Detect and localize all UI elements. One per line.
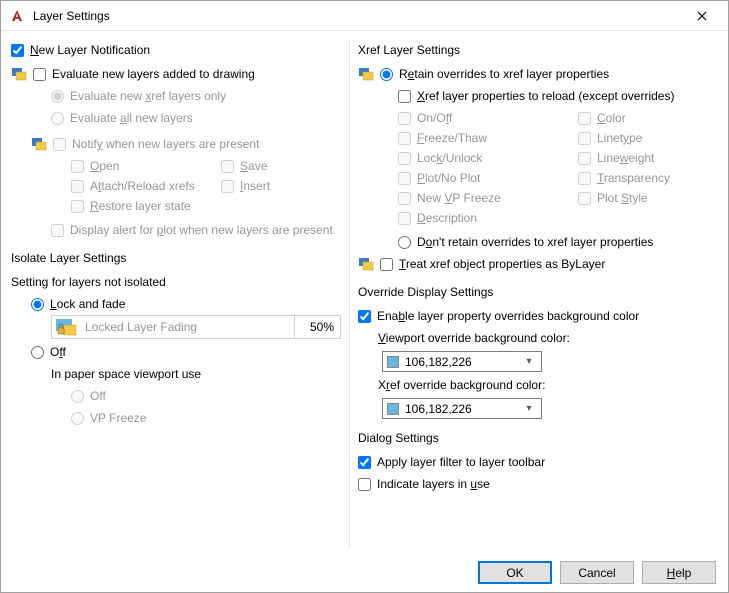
viewport-bg-label: Viewport override background color: [358,329,718,347]
close-button[interactable] [682,3,722,29]
evaluate-new-layers-check[interactable]: Evaluate new layers added to drawing [33,65,255,83]
lock-fade-icon [51,315,79,339]
cancel-button[interactable]: Cancel [560,561,634,584]
right-panel: Xref Layer Settings Retain overrides to … [354,39,718,548]
help-button[interactable]: Help [642,561,716,584]
open-check: Open [71,157,119,175]
app-icon [9,8,25,24]
treat-bylayer-check[interactable]: Treat xref object properties as ByLayer [380,255,605,273]
ok-button[interactable]: OK [478,561,552,584]
lock-and-fade-radio[interactable]: Lock and fade [31,295,125,313]
locked-fading-percent[interactable]: 50% [295,315,341,339]
dialog-header: Dialog Settings [358,431,718,445]
color-check: Color [578,109,626,127]
lineweight-check: Lineweight [578,149,654,167]
off-radio[interactable]: Off [31,343,66,361]
onoff-check: On/Off [398,109,452,127]
description-check: Description [398,209,477,227]
lockunlock-check: Lock/Unlock [398,149,482,167]
button-bar: OK Cancel Help [478,561,716,584]
color-swatch [387,356,399,368]
xref-header: Xref Layer Settings [358,43,718,57]
window-title: Layer Settings [33,9,682,23]
display-alert-check: Display alert for plot when new layers a… [51,221,333,239]
layers-icon [31,136,47,152]
transparency-check: Transparency [578,169,670,187]
linetype-check: Linetype [578,129,642,147]
color-swatch [387,403,399,415]
notify-present-check: Notify when new layers are present [53,135,259,153]
override-header: Override Display Settings [358,285,718,299]
retain-overrides-radio[interactable]: Retain overrides to xref layer propertie… [380,65,609,83]
vp-freeze-radio: VP Freeze [71,409,146,427]
attach-reload-check: Attach/Reload xrefs [71,177,195,195]
paper-off-radio: Off [71,387,106,405]
layers-icon [358,66,374,82]
restore-state-check: Restore layer state [71,197,191,215]
xref-bg-label: Xref override background color: [358,376,718,394]
viewport-bg-select[interactable]: 106,182,226 ▾ [382,351,542,372]
paper-space-label: In paper space viewport use [11,365,341,383]
freezethaw-check: Freeze/Thaw [398,129,487,147]
newvpfreeze-check: New VP Freeze [398,189,501,207]
plotstyle-check: Plot Style [578,189,648,207]
xref-bg-select[interactable]: 106,182,226 ▾ [382,398,542,419]
isolate-header: Isolate Layer Settings [11,251,341,265]
insert-check: Insert [221,177,270,195]
viewport-bg-value: 106,182,226 [405,353,472,371]
titlebar: Layer Settings [1,1,728,31]
enable-override-bg-check[interactable]: Enable layer property overrides backgrou… [358,307,639,325]
layer-settings-dialog: Layer Settings New Layer Notification Ev… [0,0,729,593]
save-check: Save [221,157,267,175]
apply-filter-check[interactable]: Apply layer filter to layer toolbar [358,453,545,471]
evaluate-all-new-radio: Evaluate all new layers [51,109,193,127]
plotnoplot-check: Plot/No Plot [398,169,480,187]
not-isolated-label: Setting for layers not isolated [11,273,341,291]
indicate-in-use-check[interactable]: Indicate layers in use [358,475,490,493]
xref-bg-value: 106,182,226 [405,400,472,418]
layers-icon [358,256,374,272]
left-panel: New Layer Notification Evaluate new laye… [11,39,345,548]
new-layer-notification-check[interactable]: New Layer Notification [11,41,150,59]
evaluate-xref-only-radio: Evaluate new xref layers only [51,87,226,105]
chevron-down-icon: ▾ [521,353,537,371]
xref-reload-except-check[interactable]: Xref layer properties to reload (except … [398,87,674,105]
chevron-down-icon: ▾ [521,400,537,418]
layers-icon [11,66,27,82]
dont-retain-radio[interactable]: Don't retain overrides to xref layer pro… [398,233,653,251]
panel-divider [349,41,350,548]
locked-fading-label: Locked Layer Fading [79,315,295,339]
locked-fading-control[interactable]: Locked Layer Fading 50% [51,315,341,339]
